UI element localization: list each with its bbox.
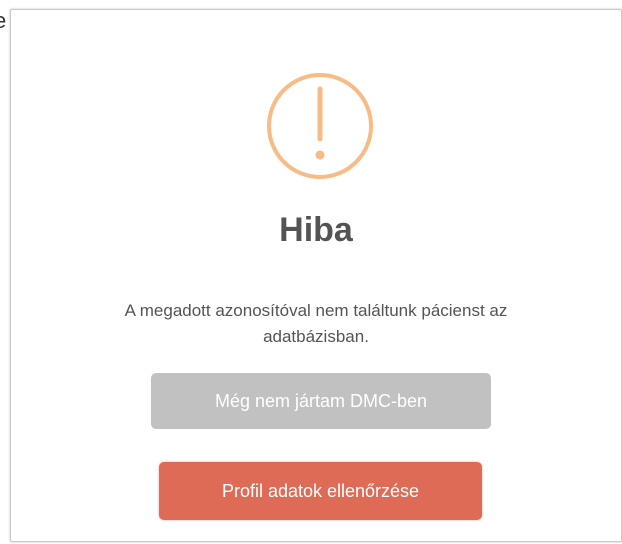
check-profile-data-button[interactable]: Profil adatok ellenőrzése xyxy=(159,462,482,520)
background-fragment-top: e xyxy=(0,8,7,33)
not-visited-dmc-button[interactable]: Még nem jártam DMC-ben xyxy=(151,373,491,429)
error-dialog: Hiba A megadott azonosítóval nem találtu… xyxy=(10,9,622,542)
dialog-message: A megadott azonosítóval nem találtunk pá… xyxy=(124,301,508,346)
warning-exclamation-icon xyxy=(265,71,375,181)
dialog-title: Hiba xyxy=(279,211,353,249)
